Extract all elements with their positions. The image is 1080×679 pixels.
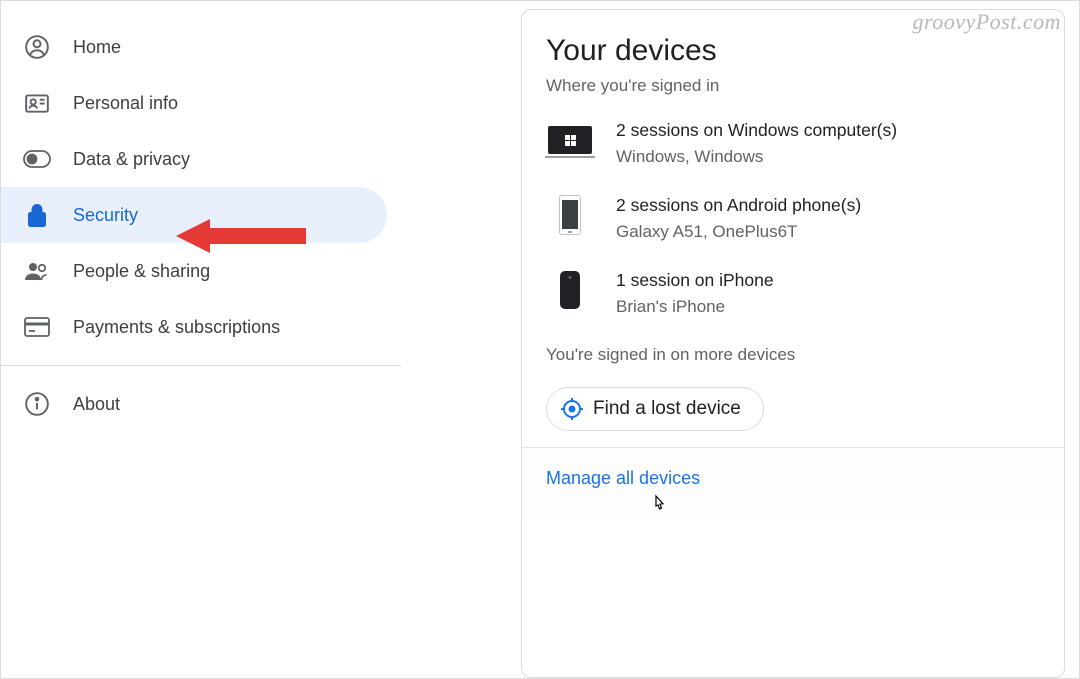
- device-row-windows[interactable]: 2 sessions on Windows computer(s) Window…: [546, 120, 1040, 167]
- credit-card-icon: [23, 313, 51, 341]
- device-title: 2 sessions on Windows computer(s): [616, 120, 897, 141]
- target-icon: [561, 398, 583, 420]
- watermark-text: groovyPost.com: [912, 9, 1061, 35]
- sidebar-item-label: About: [73, 394, 120, 415]
- device-title: 2 sessions on Android phone(s): [616, 195, 861, 216]
- cursor-pointer-icon: [650, 494, 668, 521]
- sidebar-item-data-privacy[interactable]: Data & privacy: [1, 131, 387, 187]
- sidebar-divider: [1, 365, 401, 366]
- info-icon: [23, 390, 51, 418]
- device-title: 1 session on iPhone: [616, 270, 774, 291]
- home-person-icon: [23, 33, 51, 61]
- people-icon: [23, 257, 51, 285]
- more-devices-text: You're signed in on more devices: [546, 345, 1040, 365]
- card-subtitle: Where you're signed in: [546, 76, 1040, 96]
- sidebar-item-payments[interactable]: Payments & subscriptions: [1, 299, 387, 355]
- card-title: Your devices: [546, 34, 1040, 68]
- android-phone-icon: [546, 195, 594, 235]
- device-subtitle: Galaxy A51, OnePlus6T: [616, 222, 861, 242]
- lock-icon: [23, 201, 51, 229]
- your-devices-card: Your devices Where you're signed in 2 se…: [521, 9, 1065, 678]
- toggle-icon: [23, 145, 51, 173]
- sidebar-item-home[interactable]: Home: [1, 19, 387, 75]
- device-subtitle: Windows, Windows: [616, 147, 897, 167]
- device-row-android[interactable]: 2 sessions on Android phone(s) Galaxy A5…: [546, 195, 1040, 242]
- id-card-icon: [23, 89, 51, 117]
- sidebar-item-label: People & sharing: [73, 261, 210, 282]
- manage-all-devices-link[interactable]: Manage all devices: [546, 468, 700, 488]
- sidebar-item-label: Payments & subscriptions: [73, 317, 280, 338]
- find-lost-device-label: Find a lost device: [593, 398, 741, 420]
- find-lost-device-button[interactable]: Find a lost device: [546, 387, 764, 431]
- windows-monitor-icon: [546, 120, 594, 160]
- sidebar: Home Personal info Data &: [1, 1, 401, 678]
- device-row-iphone[interactable]: 1 session on iPhone Brian's iPhone: [546, 270, 1040, 317]
- card-footer: Manage all devices: [522, 447, 1064, 519]
- iphone-icon: [546, 270, 594, 310]
- sidebar-item-label: Security: [73, 205, 138, 226]
- sidebar-item-label: Home: [73, 37, 121, 58]
- sidebar-item-label: Data & privacy: [73, 149, 190, 170]
- device-subtitle: Brian's iPhone: [616, 297, 774, 317]
- annotation-arrow-icon: [176, 215, 316, 262]
- sidebar-item-about[interactable]: About: [1, 376, 387, 432]
- sidebar-item-label: Personal info: [73, 93, 178, 114]
- sidebar-item-personal-info[interactable]: Personal info: [1, 75, 387, 131]
